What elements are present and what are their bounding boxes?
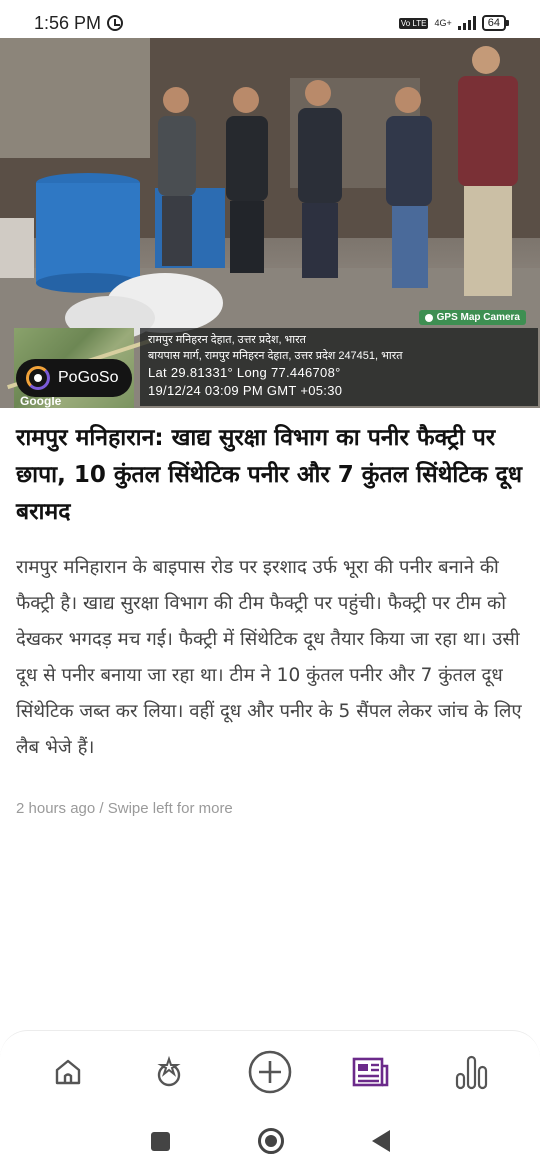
article-body: रामपुर मनिहारान के बाइपास रोड पर इरशाद उ…: [16, 557, 522, 758]
gps-info-panel: रामपुर मनिहरन देहात, उत्तर प्रदेश, भारत …: [140, 328, 538, 406]
bottom-navigation: [0, 1030, 540, 1112]
alarm-icon: [107, 15, 124, 31]
status-icons: Vo LTE 4G+ 64: [398, 15, 510, 31]
add-icon: [248, 1050, 292, 1093]
news-icon: [352, 1057, 389, 1086]
nav-stats[interactable]: [442, 1042, 502, 1102]
home-icon: [56, 1059, 81, 1084]
status-time: 1:56 PM: [34, 12, 102, 33]
pogoso-logo-icon: [26, 366, 50, 390]
article-hero-image[interactable]: GPS Map Camera रामपुर मनिहरन देहात, उत्त…: [0, 38, 540, 408]
pogoso-button[interactable]: PoGoSo: [16, 359, 133, 397]
stats-icon: [455, 1055, 487, 1089]
network-type: 4G+: [434, 17, 452, 28]
article-headline[interactable]: रामपुर मनिहारान: खाद्य सुरक्षा विभाग का …: [16, 420, 524, 531]
system-navigation: [0, 1112, 540, 1170]
recents-icon[interactable]: [150, 1131, 170, 1151]
pogoso-label: PoGoSo: [58, 369, 119, 386]
nav-add[interactable]: [240, 1042, 300, 1102]
gps-camera-badge: GPS Map Camera: [418, 310, 526, 325]
signal-icon: [457, 16, 476, 30]
gps-coordinates: Lat 29.81331° Long 77.446708°: [148, 365, 341, 380]
battery-icon: 64: [481, 15, 510, 31]
gps-datetime: 19/12/24 03:09 PM GMT +05:30: [148, 383, 343, 398]
nav-trending[interactable]: [139, 1042, 199, 1102]
location-pin-icon: [424, 313, 433, 322]
gps-location-line-2: बायपास मार्ग, रामपुर मनिहरन देहात, उत्तर…: [148, 350, 403, 362]
article-meta: 2 hours ago / Swipe left for more: [16, 800, 233, 817]
gps-location-line-1: रामपुर मनिहरन देहात, उत्तर प्रदेश, भारत: [148, 334, 306, 346]
trending-icon: [157, 1055, 181, 1086]
back-icon[interactable]: [371, 1130, 390, 1152]
nav-home[interactable]: [38, 1042, 98, 1102]
home-circle-icon[interactable]: [257, 1128, 284, 1154]
volte-badge: Vo LTE: [398, 17, 429, 29]
nav-news[interactable]: [341, 1042, 401, 1102]
gps-camera-label: GPS Map Camera: [436, 312, 520, 323]
